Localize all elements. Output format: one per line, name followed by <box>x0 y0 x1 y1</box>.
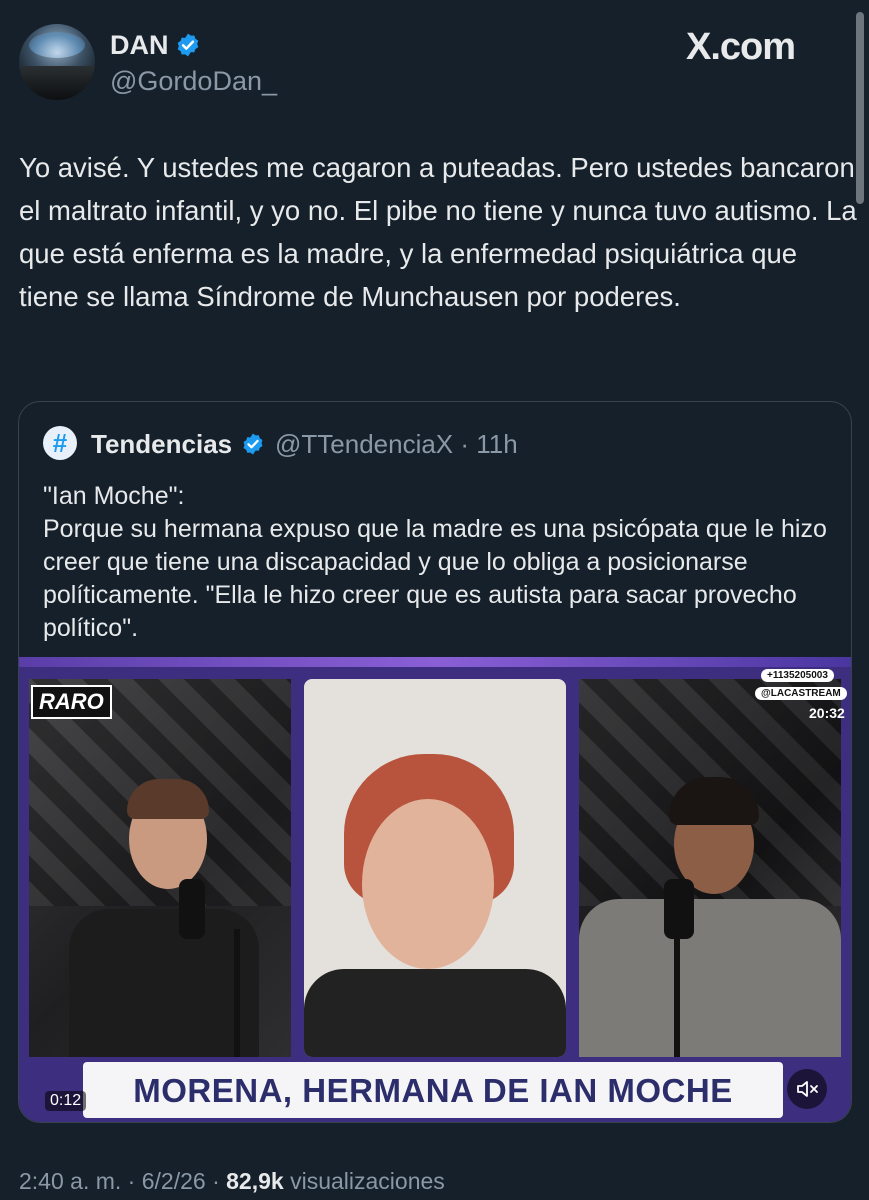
guest-body <box>304 969 566 1057</box>
broadcast-clock: 20:32 <box>809 705 845 721</box>
video-panel-host-right <box>579 679 841 1057</box>
quoted-tweet-text: "Ian Moche": Porque su hermana expuso qu… <box>43 482 827 642</box>
guest-face <box>362 799 494 969</box>
views-count: 82,9k <box>226 1168 284 1194</box>
mute-button[interactable] <box>787 1069 827 1109</box>
tweet-metadata: 2:40 a. m. · 6/2/26 · 82,9k visualizacio… <box>19 1168 445 1194</box>
author-avatar[interactable] <box>19 24 95 100</box>
social-overlay: @LACASTREAM <box>755 687 847 700</box>
video-panel-host-left <box>29 679 291 1057</box>
tweet-time[interactable]: 2:40 a. m. <box>19 1168 121 1194</box>
show-tag: RARO <box>31 685 112 719</box>
verified-badge-icon <box>177 33 199 57</box>
author-name[interactable]: DAN <box>110 30 169 61</box>
microphone <box>179 879 205 939</box>
phone-overlay: +1135205003 <box>761 669 834 682</box>
x-com-logo: X.com <box>686 26 796 68</box>
quoted-author-name[interactable]: Tendencias <box>91 429 232 460</box>
quoted-author-avatar[interactable]: # <box>43 426 77 460</box>
quoted-author-handle-time: @TTendenciaX · 11h <box>275 429 518 459</box>
tweet-text: Yo avisé. Y ustedes me cagaron a puteada… <box>19 152 857 312</box>
verified-badge-icon <box>243 433 263 455</box>
lower-third-text: MORENA, HERMANA DE IAN MOCHE <box>133 1072 733 1109</box>
quoted-tweet-card[interactable]: # Tendencias @TTendenciaX · 11h "Ian Moc… <box>18 401 852 1123</box>
speaker-muted-icon <box>797 1081 818 1097</box>
microphone <box>664 879 694 939</box>
video-panel-guest <box>304 679 566 1057</box>
host-left-hair <box>127 779 209 819</box>
video-duration: 0:12 <box>45 1091 87 1111</box>
video-top-stripe <box>19 657 851 667</box>
host-left-body <box>69 909 259 1057</box>
video-player[interactable]: RARO +1135205003 @LACASTREAM 20:32 MOREN… <box>19 657 851 1122</box>
avatar-landscape <box>19 65 95 100</box>
views-label: visualizaciones <box>283 1168 445 1194</box>
avatar-sky <box>29 32 85 58</box>
host-right-body <box>579 899 841 1057</box>
lower-third-caption: MORENA, HERMANA DE IAN MOCHE <box>83 1062 783 1118</box>
author-handle[interactable]: @GordoDan_ <box>110 66 277 97</box>
tweet-date[interactable]: 6/2/26 <box>142 1168 206 1194</box>
